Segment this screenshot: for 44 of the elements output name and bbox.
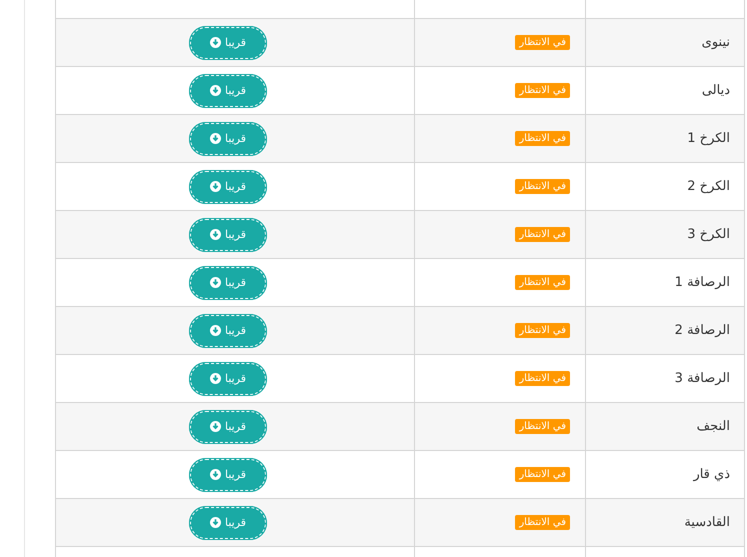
soon-button[interactable]: قريبا bbox=[190, 218, 266, 250]
soon-button[interactable]: قريبا bbox=[190, 410, 266, 442]
status-badge: في الانتظار bbox=[515, 35, 570, 50]
status-badge: في الانتظار bbox=[515, 275, 570, 290]
region-name: الكرخ 1 bbox=[687, 131, 730, 146]
soon-button[interactable]: قريبا bbox=[190, 74, 266, 106]
region-name: الرصافة 3 bbox=[674, 371, 730, 386]
region-name: النجف bbox=[696, 419, 730, 434]
status-badge: في الانتظار bbox=[515, 83, 570, 98]
soon-button[interactable]: قريبا bbox=[190, 266, 266, 298]
soon-button[interactable]: قريبا bbox=[190, 506, 266, 538]
region-name: ذي قار bbox=[693, 467, 730, 482]
soon-button[interactable]: قريبا bbox=[190, 26, 266, 58]
region-name: الكرخ 3 bbox=[687, 227, 730, 242]
status-badge: في الانتظار bbox=[515, 515, 570, 530]
download-icon bbox=[210, 181, 221, 192]
download-icon bbox=[210, 229, 221, 240]
region-name: القادسية bbox=[684, 515, 730, 530]
status-badge: في الانتظار bbox=[515, 227, 570, 242]
status-badge: في الانتظار bbox=[515, 371, 570, 386]
download-icon bbox=[210, 37, 221, 48]
download-icon bbox=[210, 277, 221, 288]
region-name: الرصافة 1 bbox=[674, 275, 730, 290]
download-icon bbox=[210, 373, 221, 384]
region-name: نينوى bbox=[702, 35, 730, 50]
download-icon bbox=[210, 85, 221, 96]
region-name: ديالى bbox=[702, 83, 730, 98]
soon-button[interactable]: قريبا bbox=[190, 170, 266, 202]
download-icon bbox=[210, 469, 221, 480]
soon-button[interactable]: قريبا bbox=[190, 362, 266, 394]
status-badge: في الانتظار bbox=[515, 467, 570, 482]
status-badge: في الانتظار bbox=[515, 419, 570, 434]
download-icon bbox=[210, 325, 221, 336]
soon-button[interactable]: قريبا bbox=[190, 122, 266, 154]
status-badge: في الانتظار bbox=[515, 179, 570, 194]
region-name: الرصافة 2 bbox=[674, 323, 730, 338]
download-icon bbox=[210, 133, 221, 144]
region-name: الكرخ 2 bbox=[687, 179, 730, 194]
download-icon bbox=[210, 517, 221, 528]
status-badge: في الانتظار bbox=[515, 323, 570, 338]
soon-button[interactable]: قريبا bbox=[190, 458, 266, 490]
download-icon bbox=[210, 421, 221, 432]
soon-button[interactable]: قريبا bbox=[190, 314, 266, 346]
status-badge: في الانتظار bbox=[515, 131, 570, 146]
